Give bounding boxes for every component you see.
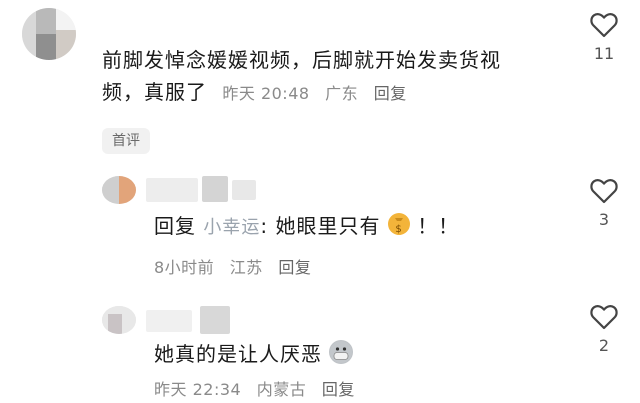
- avatar[interactable]: [102, 306, 136, 334]
- comment-meta: 昨天 20:48 广东 回复: [222, 84, 416, 103]
- comment-text: 回复 小幸运: 她眼里只有 $ ！！: [154, 213, 460, 238]
- mask-face-icon: [329, 340, 354, 364]
- comment-time: 昨天 20:48: [222, 84, 310, 103]
- like-column: 2: [584, 304, 624, 355]
- heart-icon[interactable]: [590, 12, 618, 38]
- reply-button[interactable]: 回复: [374, 84, 407, 103]
- comment-meta: 8小时前 江苏 回复: [154, 254, 321, 278]
- comment-body: 她真的是让人厌恶: [154, 342, 322, 366]
- username-blur: [146, 310, 192, 332]
- like-count: 3: [598, 210, 610, 229]
- comment-text: 前脚发悼念媛媛视频，后脚就开始发卖货视 频，真服了 昨天 20:48 广东 回复: [102, 44, 501, 110]
- like-count: 2: [598, 336, 610, 355]
- comment-location: 广东: [325, 84, 359, 103]
- comment-meta: 昨天 22:34 内蒙古 回复: [154, 376, 365, 400]
- like-column: 11: [584, 12, 624, 63]
- heart-icon[interactable]: [590, 304, 618, 330]
- first-comment-badge: 首评: [102, 128, 150, 154]
- reply-button[interactable]: 回复: [278, 258, 311, 277]
- heart-icon[interactable]: [590, 178, 618, 204]
- like-column: 3: [584, 178, 624, 229]
- username-blur: [200, 306, 230, 334]
- avatar[interactable]: [102, 176, 136, 204]
- money-bag-icon: $: [387, 213, 410, 235]
- comment-text-line: 前脚发悼念媛媛视频，后脚就开始发卖货视: [102, 48, 501, 72]
- avatar[interactable]: [22, 8, 76, 60]
- comment-body: 她眼里只有: [275, 214, 381, 238]
- comment-time: 8小时前: [154, 258, 215, 277]
- svg-text:$: $: [395, 224, 402, 235]
- username-blur: [202, 176, 228, 202]
- username-blur: [232, 180, 256, 200]
- comment-text: 她真的是让人厌恶: [154, 338, 354, 370]
- reply-button[interactable]: 回复: [322, 380, 355, 399]
- username-blur: [146, 178, 198, 202]
- comment-time: 昨天 22:34: [154, 380, 242, 399]
- comment-location: 内蒙古: [256, 380, 307, 399]
- comment-text-line: 频，真服了: [102, 80, 207, 104]
- reply-target-username[interactable]: 小幸运: [203, 217, 260, 238]
- comment-location: 江苏: [229, 258, 263, 277]
- like-count: 11: [593, 44, 615, 63]
- comment-body-suffix: ！！: [417, 214, 460, 238]
- reply-prefix: 回复: [154, 214, 196, 238]
